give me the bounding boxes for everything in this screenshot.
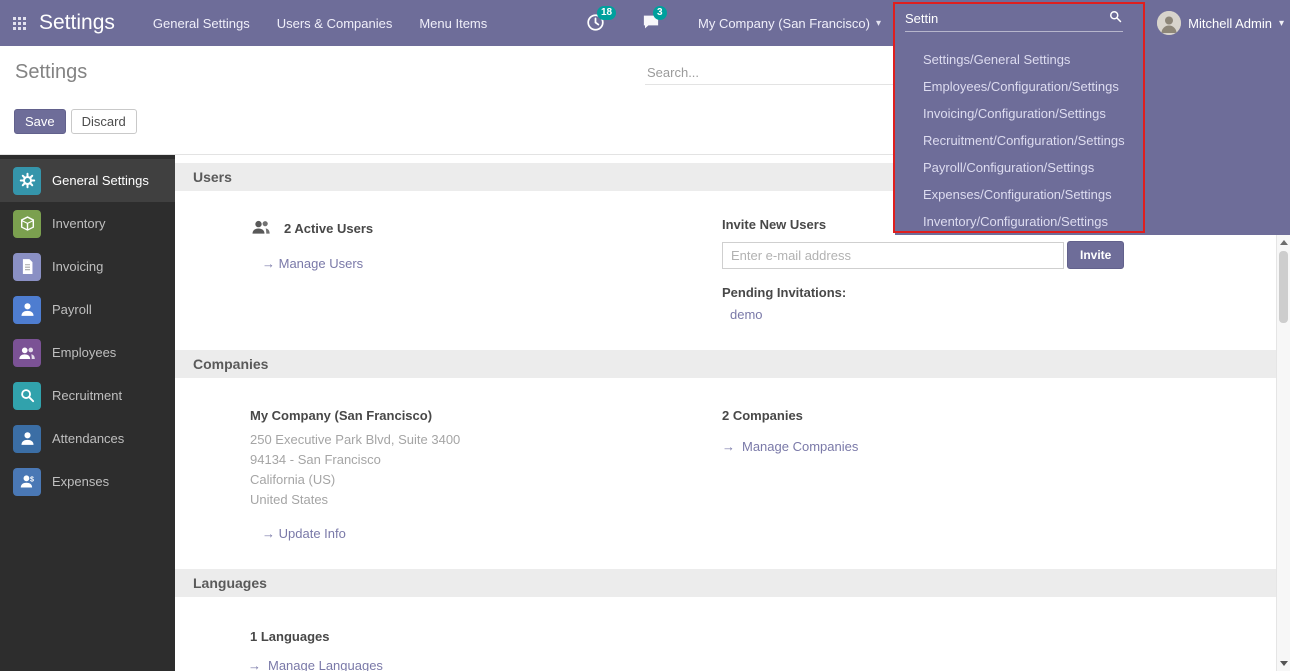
menu-item-menu-items[interactable]: Menu Items — [419, 16, 487, 31]
search-result[interactable]: Recruitment/Configuration/Settings — [895, 127, 1290, 154]
address-line: 250 Executive Park Blvd, Suite 3400 — [250, 430, 722, 450]
manage-companies-link[interactable]: → Manage Companies — [722, 439, 858, 454]
menu-item-users-companies[interactable]: Users & Companies — [277, 16, 393, 31]
search-result[interactable]: Settings/General Settings — [895, 46, 1290, 73]
navbar-menu: General Settings Users & Companies Menu … — [153, 16, 487, 31]
expenses-person-dollar-icon: $ — [13, 468, 41, 496]
quick-search-results: Settings/General Settings Employees/Conf… — [895, 46, 1290, 235]
sidebar-item-expenses[interactable]: $ Expenses — [0, 460, 175, 503]
apps-grid-icon[interactable] — [13, 17, 26, 30]
section-header-languages: Languages — [175, 569, 1277, 597]
update-info-label: Update Info — [279, 526, 346, 541]
arrow-right-icon: → — [262, 526, 275, 541]
sidebar-item-label: Invoicing — [52, 259, 103, 274]
user-menu[interactable]: Mitchell Admin ▾ — [1157, 0, 1284, 46]
page-title: Settings — [15, 61, 87, 84]
caret-down-icon: ▾ — [876, 18, 881, 29]
discard-button[interactable]: Discard — [71, 109, 137, 134]
caret-down-icon: ▾ — [1279, 18, 1284, 29]
update-info-link[interactable]: → Update Info — [262, 526, 722, 541]
save-button[interactable]: Save — [14, 109, 66, 134]
arrow-right-icon: → — [722, 439, 735, 454]
manage-users-link[interactable]: → Manage Users — [262, 256, 722, 271]
settings-sidebar: General Settings Inventory Invoicing Pay… — [0, 155, 175, 671]
section-header-companies: Companies — [175, 350, 1277, 378]
user-name: Mitchell Admin — [1188, 16, 1272, 31]
pending-invitation-demo[interactable]: demo — [730, 307, 763, 322]
search-result[interactable]: Payroll/Configuration/Settings — [895, 154, 1290, 181]
languages-section-body: 1 Languages → Manage Languages — [175, 597, 1290, 671]
gear-icon — [13, 167, 41, 195]
employees-people-icon — [13, 339, 41, 367]
payroll-person-icon — [13, 296, 41, 324]
recruitment-search-icon — [13, 382, 41, 410]
address-line: California (US) — [250, 470, 722, 490]
scroll-up-icon[interactable] — [1280, 240, 1288, 245]
attendances-person-icon — [13, 425, 41, 453]
messages-icon[interactable]: 3 — [642, 13, 662, 33]
sidebar-item-invoicing[interactable]: Invoicing — [0, 245, 175, 288]
manage-users-label: Manage Users — [279, 256, 364, 271]
company-name: My Company (San Francisco) — [250, 408, 722, 423]
sidebar-item-label: Attendances — [52, 431, 124, 446]
scrollbar-thumb[interactable] — [1279, 251, 1288, 323]
manage-languages-label: Manage Languages — [268, 658, 383, 671]
search-result[interactable]: Inventory/Configuration/Settings — [895, 208, 1290, 235]
inventory-box-icon — [13, 210, 41, 238]
users-people-icon — [250, 217, 272, 240]
search-result[interactable]: Expenses/Configuration/Settings — [895, 181, 1290, 208]
company-switcher-label: My Company (San Francisco) — [698, 16, 870, 31]
sidebar-item-label: Payroll — [52, 302, 92, 317]
user-avatar — [1157, 11, 1181, 35]
activity-badge: 18 — [597, 6, 616, 20]
invoice-document-icon — [13, 253, 41, 281]
scroll-down-icon[interactable] — [1280, 661, 1288, 666]
pending-invitations-label: Pending Invitations: — [722, 285, 1250, 300]
sidebar-item-general-settings[interactable]: General Settings — [0, 159, 175, 202]
manage-companies-label: Manage Companies — [742, 439, 858, 454]
arrow-right-icon: → — [248, 658, 261, 671]
company-switcher[interactable]: My Company (San Francisco) ▾ — [698, 16, 881, 31]
search-input[interactable] — [645, 61, 893, 85]
sidebar-item-recruitment[interactable]: Recruitment — [0, 374, 175, 417]
sidebar-item-employees[interactable]: Employees — [0, 331, 175, 374]
active-users-count: 2 Active Users — [284, 221, 373, 236]
sidebar-item-label: Employees — [52, 345, 116, 360]
languages-count: 1 Languages — [250, 629, 722, 644]
invite-email-input[interactable] — [722, 242, 1064, 269]
menu-item-general-settings[interactable]: General Settings — [153, 16, 250, 31]
address-line: 94134 - San Francisco — [250, 450, 722, 470]
companies-section-body: My Company (San Francisco) 250 Executive… — [175, 378, 1290, 561]
vertical-scrollbar[interactable] — [1276, 235, 1290, 671]
sidebar-item-label: Recruitment — [52, 388, 122, 403]
app-title[interactable]: Settings — [39, 11, 115, 35]
search-result[interactable]: Invoicing/Configuration/Settings — [895, 100, 1290, 127]
svg-text:$: $ — [29, 476, 33, 484]
activity-clock-icon[interactable]: 18 — [586, 13, 606, 33]
sidebar-item-label: Inventory — [52, 216, 105, 231]
search-bar — [645, 61, 893, 85]
systray: 18 3 My Company (San Francisco) ▾ — [586, 0, 881, 46]
form-buttons: Save Discard — [14, 109, 137, 134]
search-result[interactable]: Employees/Configuration/Settings — [895, 73, 1290, 100]
invite-button[interactable]: Invite — [1067, 241, 1124, 269]
address-line: United States — [250, 490, 722, 510]
companies-count: 2 Companies — [722, 408, 1250, 423]
messages-badge: 3 — [653, 6, 667, 20]
sidebar-item-label: Expenses — [52, 474, 109, 489]
sidebar-item-inventory[interactable]: Inventory — [0, 202, 175, 245]
manage-languages-link[interactable]: → Manage Languages — [248, 658, 383, 671]
search-icon — [1108, 9, 1123, 27]
sidebar-item-payroll[interactable]: Payroll — [0, 288, 175, 331]
company-address: 250 Executive Park Blvd, Suite 3400 9413… — [250, 430, 722, 510]
sidebar-item-label: General Settings — [52, 173, 149, 188]
sidebar-item-attendances[interactable]: Attendances — [0, 417, 175, 460]
arrow-right-icon: → — [262, 256, 275, 271]
quick-search-input[interactable] — [905, 11, 1108, 26]
